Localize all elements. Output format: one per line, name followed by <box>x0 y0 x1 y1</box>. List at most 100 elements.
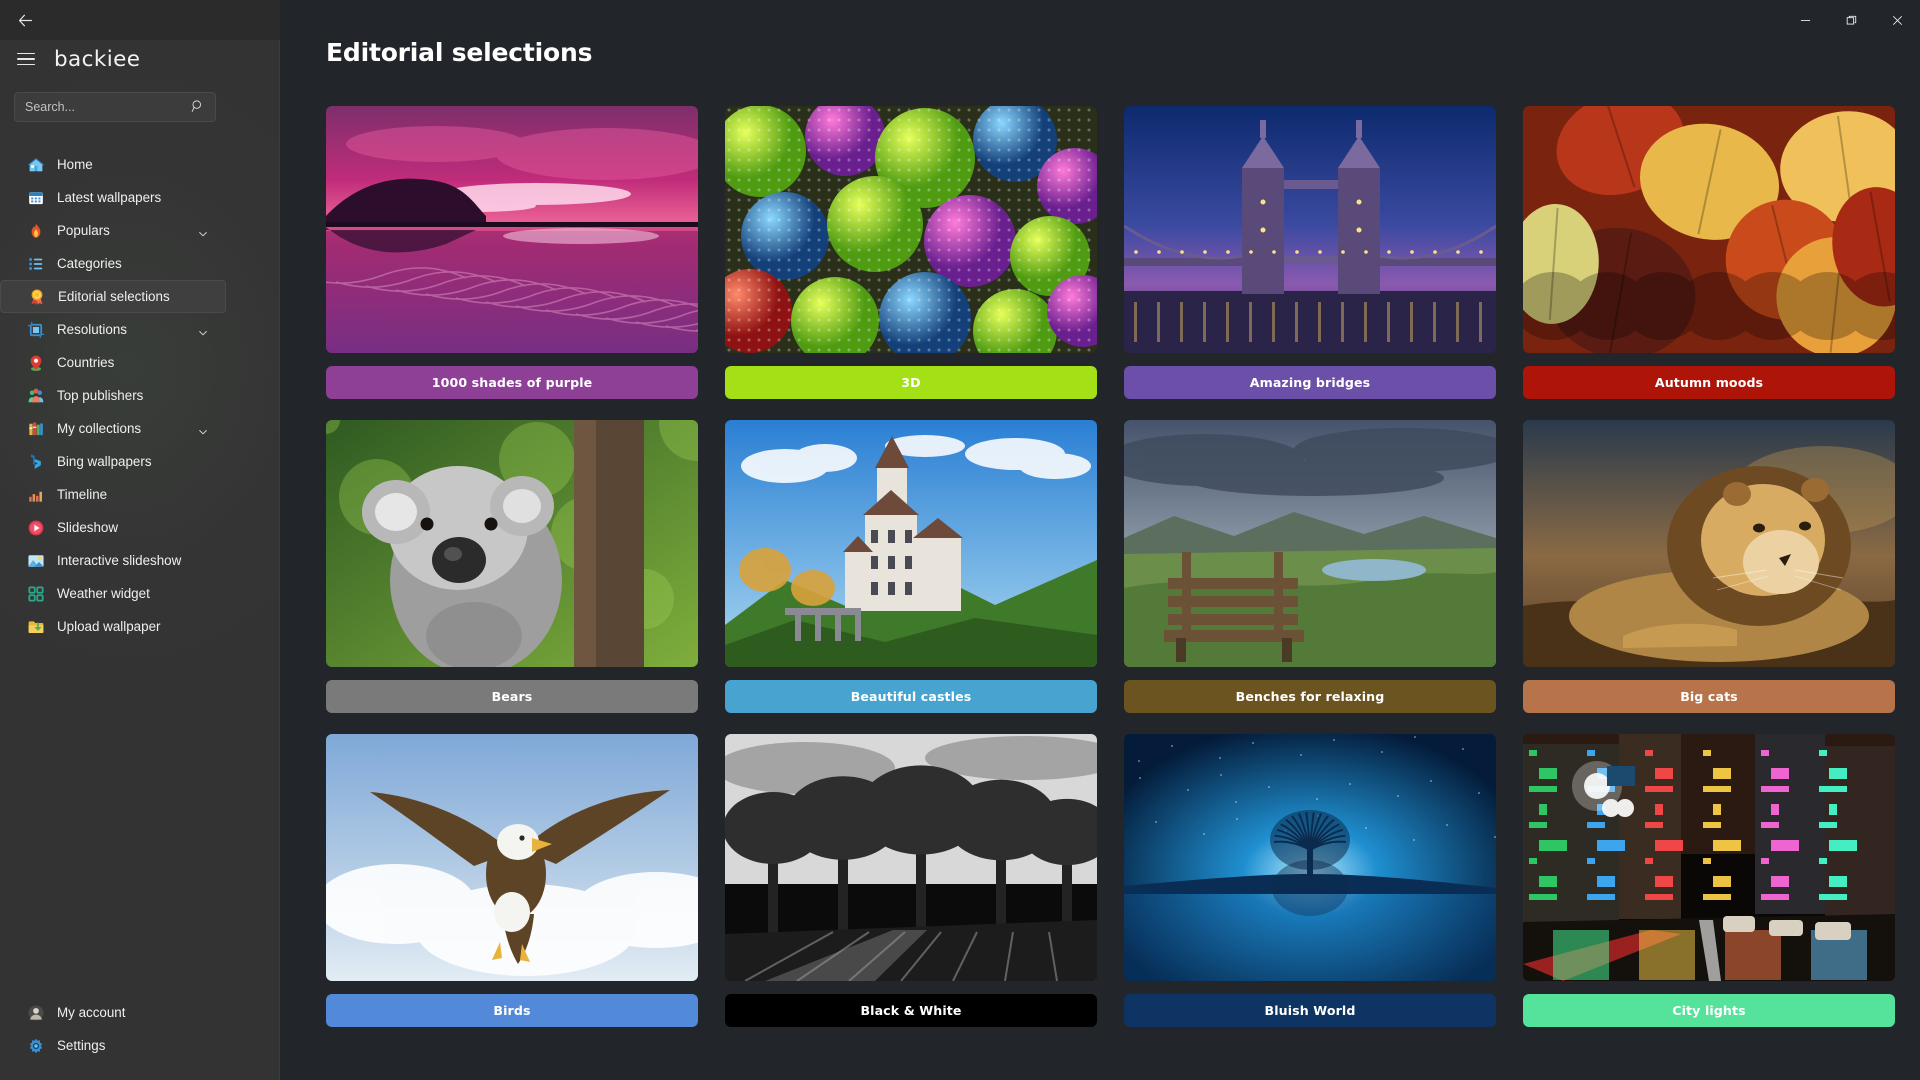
category-thumbnail[interactable] <box>725 420 1097 667</box>
landscape-icon <box>26 551 45 570</box>
map-pin-icon <box>26 353 45 372</box>
sidebar-item-my-account[interactable]: My account <box>0 996 226 1029</box>
category-card-bluish-world[interactable]: Bluish World <box>1124 734 1496 1027</box>
thumbnail-image <box>725 734 1097 981</box>
back-button[interactable] <box>6 2 44 38</box>
category-thumbnail[interactable] <box>1523 734 1895 981</box>
sidebar-item-label: Timeline <box>57 487 108 502</box>
sidebar-item-home[interactable]: Home <box>0 148 226 181</box>
sidebar-item-resolutions[interactable]: Resolutions <box>0 313 226 346</box>
search-input[interactable] <box>14 92 216 122</box>
minimize-button[interactable] <box>1782 0 1828 40</box>
home-icon <box>27 157 44 171</box>
sidebar: backiee Home Latest wallpapers Po <box>0 0 280 1080</box>
expand-chevron[interactable] <box>198 424 208 442</box>
sidebar-item-label: My collections <box>57 421 142 436</box>
category-label[interactable]: Benches for relaxing <box>1124 680 1496 713</box>
category-label[interactable]: Bluish World <box>1124 994 1496 1027</box>
user-avatar-icon <box>26 1003 45 1022</box>
category-card-big-cats[interactable]: Big cats <box>1523 420 1895 713</box>
thumbnail-image <box>1124 420 1496 667</box>
list-icon <box>28 257 42 270</box>
category-label[interactable]: 3D <box>725 366 1097 399</box>
gear-icon <box>29 1038 42 1053</box>
category-thumbnail[interactable] <box>1523 420 1895 667</box>
sidebar-item-weather-widget[interactable]: Weather widget <box>0 577 226 610</box>
sidebar-item-top-publishers[interactable]: Top publishers <box>0 379 226 412</box>
restore-icon <box>1846 15 1856 25</box>
category-label[interactable]: Autumn moods <box>1523 366 1895 399</box>
sidebar-item-latest-wallpapers[interactable]: Latest wallpapers <box>0 181 226 214</box>
sidebar-item-upload-wallpaper[interactable]: Upload wallpaper <box>0 610 226 643</box>
category-label[interactable]: Bears <box>326 680 698 713</box>
play-circle-icon <box>28 520 43 535</box>
expand-chevron[interactable] <box>198 325 208 343</box>
category-card-black-and-white[interactable]: Black & White <box>725 734 1097 1027</box>
category-thumbnail[interactable] <box>725 734 1097 981</box>
chevron-down-icon <box>199 430 207 435</box>
category-card-bears[interactable]: Bears <box>326 420 698 713</box>
thumbnail-image <box>1124 106 1496 353</box>
category-card-benches-for-relaxing[interactable]: Benches for relaxing <box>1124 420 1496 713</box>
sidebar-item-label: Top publishers <box>57 388 144 403</box>
category-card-amazing-bridges[interactable]: Amazing bridges <box>1124 106 1496 399</box>
chevron-down-icon <box>199 331 207 336</box>
sidebar-item-countries[interactable]: Countries <box>0 346 226 379</box>
books-icon <box>26 419 45 438</box>
people-icon <box>28 388 43 402</box>
close-button[interactable] <box>1874 0 1920 40</box>
category-label[interactable]: City lights <box>1523 994 1895 1027</box>
expand-chevron[interactable] <box>198 226 208 244</box>
category-label[interactable]: Beautiful castles <box>725 680 1097 713</box>
gear-icon <box>26 1036 45 1055</box>
sidebar-item-my-collections[interactable]: My collections <box>0 412 226 445</box>
sidebar-item-label: Resolutions <box>57 322 127 337</box>
category-label[interactable]: 1000 shades of purple <box>326 366 698 399</box>
sidebar-item-slideshow[interactable]: Slideshow <box>0 511 226 544</box>
category-card-city-lights[interactable]: City lights <box>1523 734 1895 1027</box>
sidebar-item-timeline[interactable]: Timeline <box>0 478 226 511</box>
chevron-down-icon <box>199 232 207 237</box>
flame-icon <box>31 222 40 238</box>
category-card-birds[interactable]: Birds <box>326 734 698 1027</box>
restore-button[interactable] <box>1828 0 1874 40</box>
title-bar <box>0 0 1920 40</box>
hamburger-icon[interactable] <box>17 52 35 66</box>
category-thumbnail[interactable] <box>1124 106 1496 353</box>
sidebar-nav: Home Latest wallpapers Populars Categori… <box>0 148 279 996</box>
upload-folder-icon <box>28 620 43 633</box>
category-label[interactable]: Big cats <box>1523 680 1895 713</box>
sidebar-item-categories[interactable]: Categories <box>0 247 226 280</box>
category-thumbnail[interactable] <box>326 106 698 353</box>
chart-icon <box>28 486 44 502</box>
sidebar-item-settings[interactable]: Settings <box>0 1029 226 1062</box>
brand-row: backiee <box>0 40 279 78</box>
category-card-beautiful-castles[interactable]: Beautiful castles <box>725 420 1097 713</box>
sidebar-item-populars[interactable]: Populars <box>0 214 226 247</box>
category-card-autumn-moods[interactable]: Autumn moods <box>1523 106 1895 399</box>
sidebar-item-editorial-selections[interactable]: Editorial selections <box>0 280 226 313</box>
rosette-icon <box>31 288 42 305</box>
upload-folder-icon <box>26 617 45 636</box>
thumbnail-image <box>1523 734 1895 981</box>
category-thumbnail[interactable] <box>1523 106 1895 353</box>
category-label[interactable]: Birds <box>326 994 698 1027</box>
category-thumbnail[interactable] <box>326 734 698 981</box>
category-card-3d[interactable]: 3D <box>725 106 1097 399</box>
category-label[interactable]: Black & White <box>725 994 1097 1027</box>
category-thumbnail[interactable] <box>326 420 698 667</box>
sidebar-item-interactive-slideshow[interactable]: Interactive slideshow <box>0 544 226 577</box>
sidebar-item-label: Editorial selections <box>58 289 170 304</box>
thumbnail-image <box>326 420 698 667</box>
sidebar-item-label: Bing wallpapers <box>57 454 152 469</box>
category-thumbnail[interactable] <box>1124 420 1496 667</box>
sidebar-item-bing-wallpapers[interactable]: Bing wallpapers <box>0 445 226 478</box>
category-card-1000-shades-of-purple[interactable]: 1000 shades of purple <box>326 106 698 399</box>
grid-squares-icon <box>26 584 45 603</box>
wallpaper-category-grid: 1000 shades of purple 3D Amazing bridges <box>326 106 1895 1027</box>
sidebar-footer-nav: My account Settings <box>0 996 279 1080</box>
category-thumbnail[interactable] <box>1124 734 1496 981</box>
category-thumbnail[interactable] <box>725 106 1097 353</box>
category-label[interactable]: Amazing bridges <box>1124 366 1496 399</box>
books-icon <box>28 422 43 435</box>
